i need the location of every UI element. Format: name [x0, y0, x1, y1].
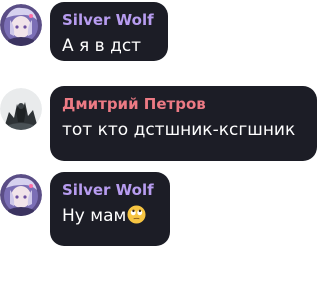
message-text: А я в дст: [62, 36, 142, 56]
message-bubble: Дмитрий Петров тот кто дстшник-ксгшник: [50, 86, 317, 161]
message-bubble: Silver Wolf Ну мам: [50, 172, 170, 246]
author-name[interactable]: Silver Wolf: [62, 181, 158, 199]
silver-wolf-avatar-icon: [0, 4, 42, 46]
chat-thread: Silver Wolf А я в дст Дмитрий Петров тот…: [0, 0, 320, 299]
author-name[interactable]: Дмитрий Петров: [62, 95, 305, 113]
author-name[interactable]: Silver Wolf: [62, 11, 156, 29]
silver-wolf-avatar-icon: [0, 174, 42, 216]
dark-figure-avatar-icon: [0, 88, 42, 130]
message-bubble: Silver Wolf А я в дст: [50, 2, 168, 61]
avatar[interactable]: [0, 88, 42, 130]
message-text: тот кто дстшник-ксгшник: [62, 120, 296, 140]
face-with-rolling-eyes-emoji-icon: [127, 205, 146, 224]
message-text-content: Ну мам: [62, 206, 127, 226]
message-text: Ну мам: [62, 205, 158, 227]
avatar[interactable]: [0, 4, 42, 46]
avatar[interactable]: [0, 174, 42, 216]
